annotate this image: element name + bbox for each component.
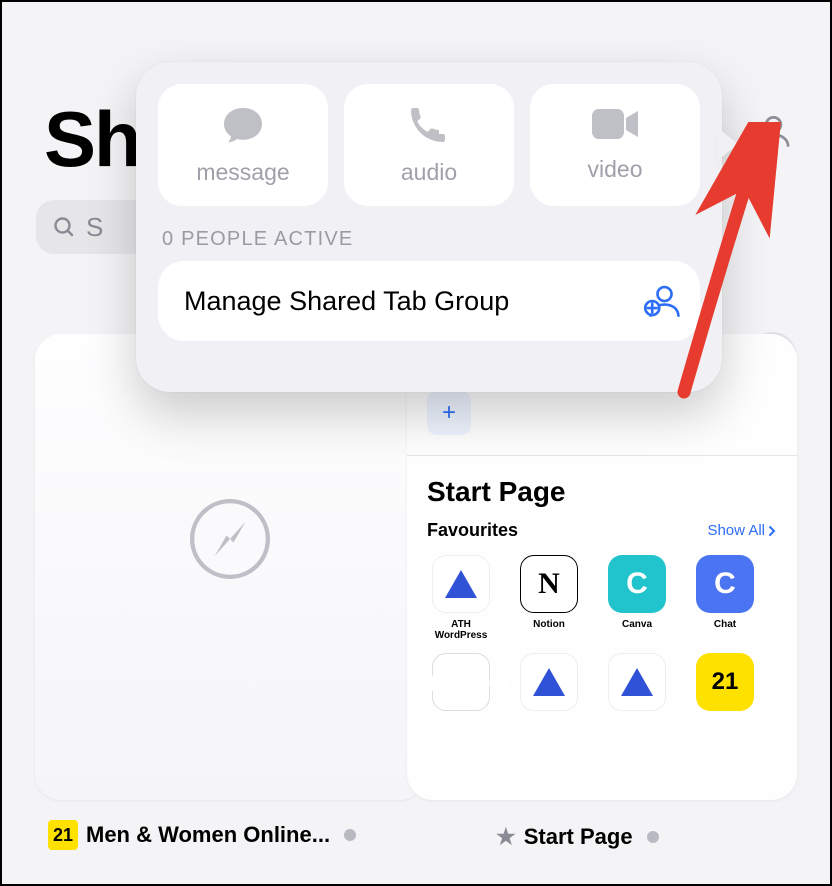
tab-label-right[interactable]: ★ Start Page bbox=[496, 824, 659, 850]
favourite-label: Notion bbox=[533, 619, 565, 630]
favourites-row-1: ATH WordPress NNotion CCanva CChat bbox=[427, 555, 777, 641]
people-active-status: 0 PEOPLE ACTIVE bbox=[162, 228, 696, 251]
tab-label-left[interactable]: 21 Men & Women Online... bbox=[48, 820, 356, 850]
tab-card-start-page[interactable]: Shopping Favourites + Start Page Favouri… bbox=[407, 334, 797, 800]
favourite-label: Chat bbox=[714, 619, 736, 630]
share-popover: message audio video 0 PEOPLE ACTIVE Manage… bbox=[136, 62, 722, 392]
sp-sub-fav: Favourites bbox=[427, 520, 518, 541]
message-icon bbox=[221, 104, 265, 149]
tab-title: Men & Women Online... bbox=[86, 822, 330, 848]
favourites-row-2: OneLook 21 bbox=[427, 653, 777, 711]
shared-group-icon[interactable] bbox=[746, 110, 790, 154]
favourite-item[interactable]: NNotion bbox=[515, 555, 583, 641]
chevron-right-icon bbox=[767, 525, 777, 537]
action-label: audio bbox=[401, 159, 457, 186]
audio-icon bbox=[409, 104, 449, 149]
action-audio[interactable]: audio bbox=[344, 84, 514, 206]
divider bbox=[407, 455, 797, 456]
action-video[interactable]: video bbox=[530, 84, 700, 206]
show-all-label: Show All bbox=[707, 522, 765, 539]
favourite-label: Canva bbox=[622, 619, 652, 630]
search-placeholder: S bbox=[86, 212, 103, 243]
action-message[interactable]: message bbox=[158, 84, 328, 206]
presence-dot bbox=[344, 829, 356, 841]
video-icon bbox=[590, 107, 640, 146]
tab-title: Start Page bbox=[524, 824, 633, 850]
show-all-link[interactable]: Show All bbox=[707, 522, 777, 539]
add-favourite-button[interactable]: + bbox=[427, 391, 471, 435]
tab-card-compass[interactable] bbox=[35, 334, 425, 800]
favicon-21: 21 bbox=[48, 820, 78, 850]
manage-shared-tab-group-button[interactable]: Manage Shared Tab Group bbox=[158, 261, 700, 341]
favourite-item[interactable]: CCanva bbox=[603, 555, 671, 641]
action-row: message audio video bbox=[158, 84, 700, 206]
page-title: Sh bbox=[44, 94, 140, 185]
action-label: message bbox=[196, 159, 289, 186]
manage-label: Manage Shared Tab Group bbox=[184, 286, 509, 317]
favourite-item[interactable] bbox=[515, 653, 583, 711]
presence-dot bbox=[647, 831, 659, 843]
sp-heading-start: Start Page bbox=[427, 476, 777, 508]
action-label: video bbox=[588, 156, 643, 183]
favourite-item[interactable]: CChat bbox=[691, 555, 759, 641]
favourite-label: ATH WordPress bbox=[427, 619, 495, 641]
compass-icon bbox=[187, 496, 273, 582]
favourite-item[interactable]: 21 bbox=[691, 653, 759, 711]
favourite-item[interactable]: OneLook bbox=[427, 653, 495, 711]
star-icon: ★ bbox=[496, 824, 516, 850]
add-person-icon bbox=[640, 280, 682, 322]
favourite-item[interactable] bbox=[603, 653, 671, 711]
search-icon bbox=[52, 215, 76, 239]
favourite-item[interactable]: ATH WordPress bbox=[427, 555, 495, 641]
